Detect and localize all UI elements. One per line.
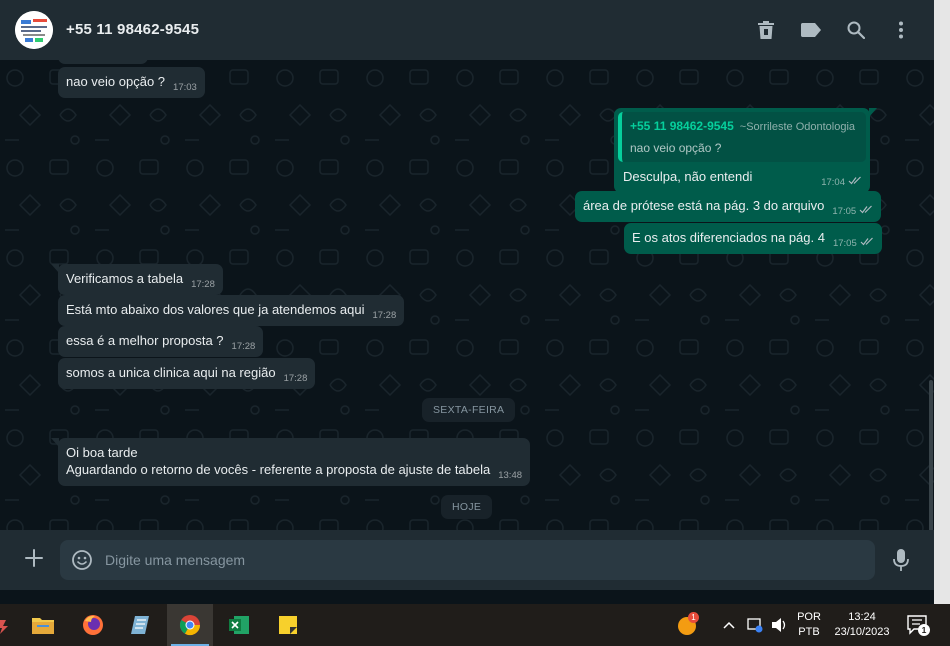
message-bubble-outgoing[interactable]: +55 11 98462-9545 ~Sorrileste Odontologia… — [614, 108, 877, 193]
notification-count: 1 — [918, 624, 930, 636]
avatar[interactable] — [15, 11, 53, 49]
delete-icon[interactable] — [754, 18, 778, 42]
quoted-sender: +55 11 98462-9545 — [630, 119, 734, 133]
message-time: 13:48 — [498, 470, 523, 481]
menu-icon[interactable] — [889, 18, 913, 42]
quoted-text: nao veio opção ? — [630, 141, 722, 155]
message-text: somos a unica clinica aqui na região — [66, 365, 276, 380]
attach-button[interactable] — [22, 548, 46, 572]
plus-icon — [25, 548, 43, 572]
message-bubble-clipped — [58, 60, 148, 64]
message-text: Desculpa, não entendi — [623, 169, 753, 184]
message-bubble-incoming[interactable]: Está mto abaixo dos valores que ja atend… — [58, 295, 405, 326]
bubble-tail — [869, 108, 877, 117]
label-icon[interactable] — [799, 18, 823, 42]
message-text-line: Aguardando o retorno de vocês - referent… — [66, 462, 491, 477]
contact-name[interactable]: +55 11 98462-9545 — [66, 21, 199, 38]
clock[interactable]: 13:24 23/10/2023 — [829, 610, 895, 640]
language-indicator[interactable]: POR PTB — [795, 610, 823, 640]
message-text: essa é a melhor proposta ? — [66, 333, 224, 348]
message-text: E os atos diferenciados na pág. 4 — [632, 230, 825, 245]
message-bubble-outgoing[interactable]: área de prótese está na pág. 3 do arquiv… — [575, 191, 882, 222]
window-edge — [934, 0, 950, 604]
search-icon[interactable] — [844, 18, 868, 42]
date-separator: SEXTA-FEIRA — [422, 398, 516, 422]
message-text-line: Oi boa tarde — [66, 445, 138, 460]
chat-area[interactable]: nao veio opção ? 17:03 +55 11 98462-9545 ~… — [0, 60, 934, 530]
message-time: 17:28 — [231, 341, 256, 352]
message-composer: Digite uma mensagem — [0, 530, 934, 590]
notification-center-icon[interactable]: 1 — [907, 615, 931, 637]
language-line1: POR — [797, 611, 821, 623]
date-separator: HOJE — [441, 495, 493, 519]
microphone-icon[interactable] — [889, 547, 913, 573]
message-input[interactable]: Digite uma mensagem — [60, 540, 875, 580]
emoji-icon[interactable] — [70, 548, 94, 572]
chevron-up-icon[interactable] — [722, 618, 736, 632]
file-explorer-icon[interactable] — [20, 604, 66, 646]
whatsapp-window: +55 11 98462-9545 nao veio opção ? 17:03… — [0, 0, 950, 604]
message-text: área de prótese está na pág. 3 do arquiv… — [583, 198, 825, 213]
message-bubble-incoming[interactable]: Verificamos a tabela 17:28 — [51, 264, 223, 295]
double-check-icon — [860, 233, 874, 250]
bubble-tail — [51, 264, 59, 273]
volume-icon[interactable] — [770, 616, 788, 634]
message-text: Verificamos a tabela — [66, 271, 184, 286]
message-bubble-incoming[interactable]: somos a unica clinica aqui na região 17:2… — [58, 358, 316, 389]
message-time: 17:04 — [821, 177, 845, 188]
message-bubble-outgoing[interactable]: E os atos diferenciados na pág. 4 17:05 — [624, 223, 882, 254]
excel-icon[interactable] — [216, 604, 262, 646]
app-badge: 1 — [688, 612, 699, 623]
message-time: 17:05 — [832, 238, 857, 249]
message-time: 17:28 — [283, 373, 308, 384]
network-icon[interactable] — [746, 616, 764, 634]
message-bubble-incoming[interactable]: Oi boa tarde Aguardando o retorno de voc… — [51, 438, 531, 486]
bubble-tail — [51, 438, 59, 447]
sticky-notes-icon[interactable] — [265, 604, 311, 646]
message-time: 17:05 — [832, 206, 857, 217]
message-text: Está mto abaixo dos valores que ja atend… — [66, 302, 365, 317]
notification-app-icon[interactable]: 1 — [676, 612, 699, 636]
taskbar: 1 POR PTB 13:24 23/10/2023 1 — [0, 604, 950, 646]
message-time: 17:03 — [173, 82, 197, 93]
double-check-icon — [859, 201, 873, 218]
partial-app-icon[interactable] — [0, 616, 10, 634]
quoted-pushname: ~Sorrileste Odontologia — [739, 121, 856, 133]
language-line2: PTB — [798, 626, 820, 638]
quoted-message[interactable]: +55 11 98462-9545 ~Sorrileste Odontologia… — [618, 112, 866, 162]
message-bubble-incoming[interactable]: nao veio opção ? 17:03 — [58, 67, 205, 98]
message-time: 17:28 — [191, 279, 215, 290]
message-time: 17:28 — [372, 310, 397, 321]
chat-header: +55 11 98462-9545 — [0, 0, 934, 60]
scrollbar[interactable] — [929, 380, 933, 530]
clock-time: 13:24 — [848, 611, 876, 623]
firefox-icon[interactable] — [70, 604, 116, 646]
chrome-icon[interactable] — [167, 604, 213, 646]
message-text: nao veio opção ? — [66, 74, 166, 89]
clock-date: 23/10/2023 — [834, 626, 890, 638]
message-bubble-incoming[interactable]: essa é a melhor proposta ? 17:28 — [58, 326, 264, 357]
double-check-icon — [848, 172, 862, 189]
message-placeholder: Digite uma mensagem — [105, 552, 246, 568]
notepad-icon[interactable] — [118, 604, 164, 646]
